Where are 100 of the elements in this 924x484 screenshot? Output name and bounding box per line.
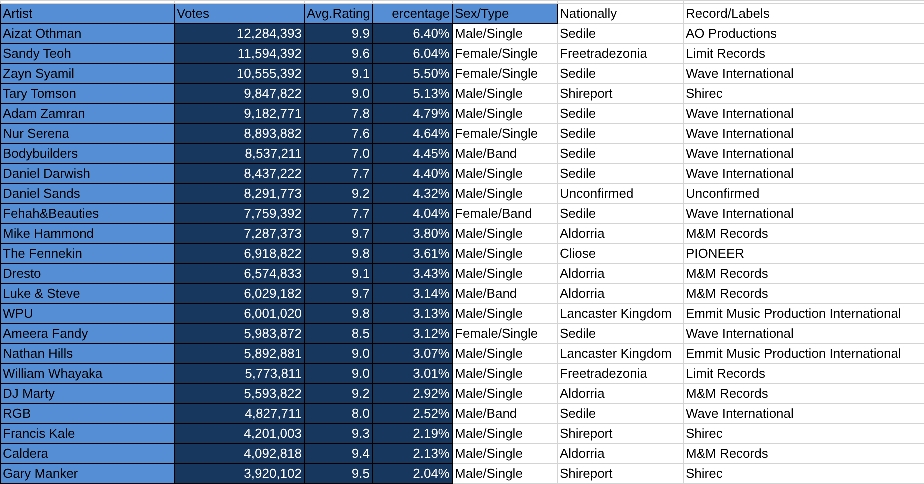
table-cell: 4,092,818 bbox=[174, 444, 304, 464]
table-cell: Luke & Steve bbox=[0, 284, 174, 304]
table-cell: 2.13% bbox=[372, 444, 452, 464]
table-cell: Male/Single bbox=[452, 264, 558, 284]
table-cell: 3.01% bbox=[372, 364, 452, 384]
table-cell: Male/Single bbox=[452, 104, 558, 124]
table-cell: The Fennekin bbox=[0, 244, 174, 264]
table-cell: 6.04% bbox=[372, 44, 452, 64]
table-cell: Ameera Fandy bbox=[0, 324, 174, 344]
table-cell: 6,029,182 bbox=[174, 284, 304, 304]
table-cell: Gary Manker bbox=[0, 464, 174, 484]
table-cell: 4.45% bbox=[372, 144, 452, 164]
table-cell: 11,594,392 bbox=[174, 44, 304, 64]
table-cell: 5.13% bbox=[372, 84, 452, 104]
table-cell: 9.1 bbox=[304, 64, 372, 84]
table-cell: Bodybuilders bbox=[0, 144, 174, 164]
table-cell: 10,555,392 bbox=[174, 64, 304, 84]
table-cell: 7,287,373 bbox=[174, 224, 304, 244]
table-cell: Male/Single bbox=[452, 424, 558, 444]
table-cell: 7.6 bbox=[304, 124, 372, 144]
table-cell: Male/Single bbox=[452, 364, 558, 384]
table-cell: 9.1 bbox=[304, 264, 372, 284]
table-cell: Male/Single bbox=[452, 224, 558, 244]
table-cell: Male/Single bbox=[452, 444, 558, 464]
table-cell: Francis Kale bbox=[0, 424, 174, 444]
table-cell: Aizat Othman bbox=[0, 24, 174, 44]
table-cell: 3.13% bbox=[372, 304, 452, 324]
table-cell: Shireport bbox=[558, 84, 684, 104]
table-cell: 9,182,771 bbox=[174, 104, 304, 124]
table-cell: 9.3 bbox=[304, 424, 372, 444]
table-cell: 9.6 bbox=[304, 44, 372, 64]
table-cell: 4,827,711 bbox=[174, 404, 304, 424]
table-cell: 3.07% bbox=[372, 344, 452, 364]
table-cell: Mike Hammond bbox=[0, 224, 174, 244]
table-cell: 8.5 bbox=[304, 324, 372, 344]
table-cell: 8,291,773 bbox=[174, 184, 304, 204]
table-cell: 4.40% bbox=[372, 164, 452, 184]
table-cell: 8.0 bbox=[304, 404, 372, 424]
table-cell: 4.79% bbox=[372, 104, 452, 124]
table-cell: Male/Band bbox=[452, 284, 558, 304]
table-cell: Freetradezonia bbox=[558, 44, 684, 64]
table-cell: 5,773,811 bbox=[174, 364, 304, 384]
table-cell: Sedile bbox=[558, 64, 684, 84]
table-cell: 5.50% bbox=[372, 64, 452, 84]
table-cell: Male/Single bbox=[452, 24, 558, 44]
table-cell: Daniel Sands bbox=[0, 184, 174, 204]
table-cell: 7.8 bbox=[304, 104, 372, 124]
table-cell: Caldera bbox=[0, 444, 174, 464]
table-cell: WPU bbox=[0, 304, 174, 324]
table-cell: Sedile bbox=[558, 164, 684, 184]
table-cell: Dresto bbox=[0, 264, 174, 284]
table-cell: Nur Serena bbox=[0, 124, 174, 144]
table-cell: Unconfirmed bbox=[558, 184, 684, 204]
table-cell: Female/Single bbox=[452, 324, 558, 344]
table-cell: 3.80% bbox=[372, 224, 452, 244]
table-cell: Female/Single bbox=[452, 64, 558, 84]
table-cell: 7.0 bbox=[304, 144, 372, 164]
table-cell: 9.0 bbox=[304, 344, 372, 364]
table-cell: Male/Single bbox=[452, 84, 558, 104]
table-cell: 7,759,392 bbox=[174, 204, 304, 224]
table-cell: Sedile bbox=[558, 24, 684, 44]
table-cell: 8,437,222 bbox=[174, 164, 304, 184]
table-cell: Sedile bbox=[558, 204, 684, 224]
table-cell: Male/Single bbox=[452, 164, 558, 184]
table-cell: 3.12% bbox=[372, 324, 452, 344]
table-cell: 12,284,393 bbox=[174, 24, 304, 44]
table-cell: 9.7 bbox=[304, 224, 372, 244]
table-cell: Sedile bbox=[558, 144, 684, 164]
column-header: Votes bbox=[174, 4, 304, 24]
column-header: Sex/Type bbox=[452, 4, 558, 24]
table-cell: Aldorria bbox=[558, 284, 684, 304]
table-cell: 3.61% bbox=[372, 244, 452, 264]
table-cell: Sedile bbox=[558, 404, 684, 424]
table-cell: Sedile bbox=[558, 104, 684, 124]
table-cell: Female/Single bbox=[452, 44, 558, 64]
table-cell: 3,920,102 bbox=[174, 464, 304, 484]
table-cell: 6,574,833 bbox=[174, 264, 304, 284]
table-cell: Freetradezonia bbox=[558, 364, 684, 384]
table-cell: Adam Zamran bbox=[0, 104, 174, 124]
table-cell: 8,537,211 bbox=[174, 144, 304, 164]
table-cell: Daniel Darwish bbox=[0, 164, 174, 184]
table-cell: 5,892,881 bbox=[174, 344, 304, 364]
table-cell: 9.5 bbox=[304, 464, 372, 484]
table-cell: Male/Single bbox=[452, 384, 558, 404]
table-cell: Cliose bbox=[558, 244, 684, 264]
table-cell: Shireport bbox=[558, 424, 684, 444]
table-cell: 9.0 bbox=[304, 84, 372, 104]
table-cell: 2.04% bbox=[372, 464, 452, 484]
table-cell: 9.7 bbox=[304, 284, 372, 304]
column-header: Nationally bbox=[558, 4, 684, 24]
table-cell: 8,893,882 bbox=[174, 124, 304, 144]
table-cell: 7.7 bbox=[304, 204, 372, 224]
table-cell: Fehah&Beauties bbox=[0, 204, 174, 224]
table-cell: Sedile bbox=[558, 124, 684, 144]
table-cell: Aldorria bbox=[558, 444, 684, 464]
table-cell: Aldorria bbox=[558, 224, 684, 244]
table-cell: Sedile bbox=[558, 324, 684, 344]
table-cell: 3.43% bbox=[372, 264, 452, 284]
table-cell: 9.9 bbox=[304, 24, 372, 44]
table-cell: 6,918,822 bbox=[174, 244, 304, 264]
